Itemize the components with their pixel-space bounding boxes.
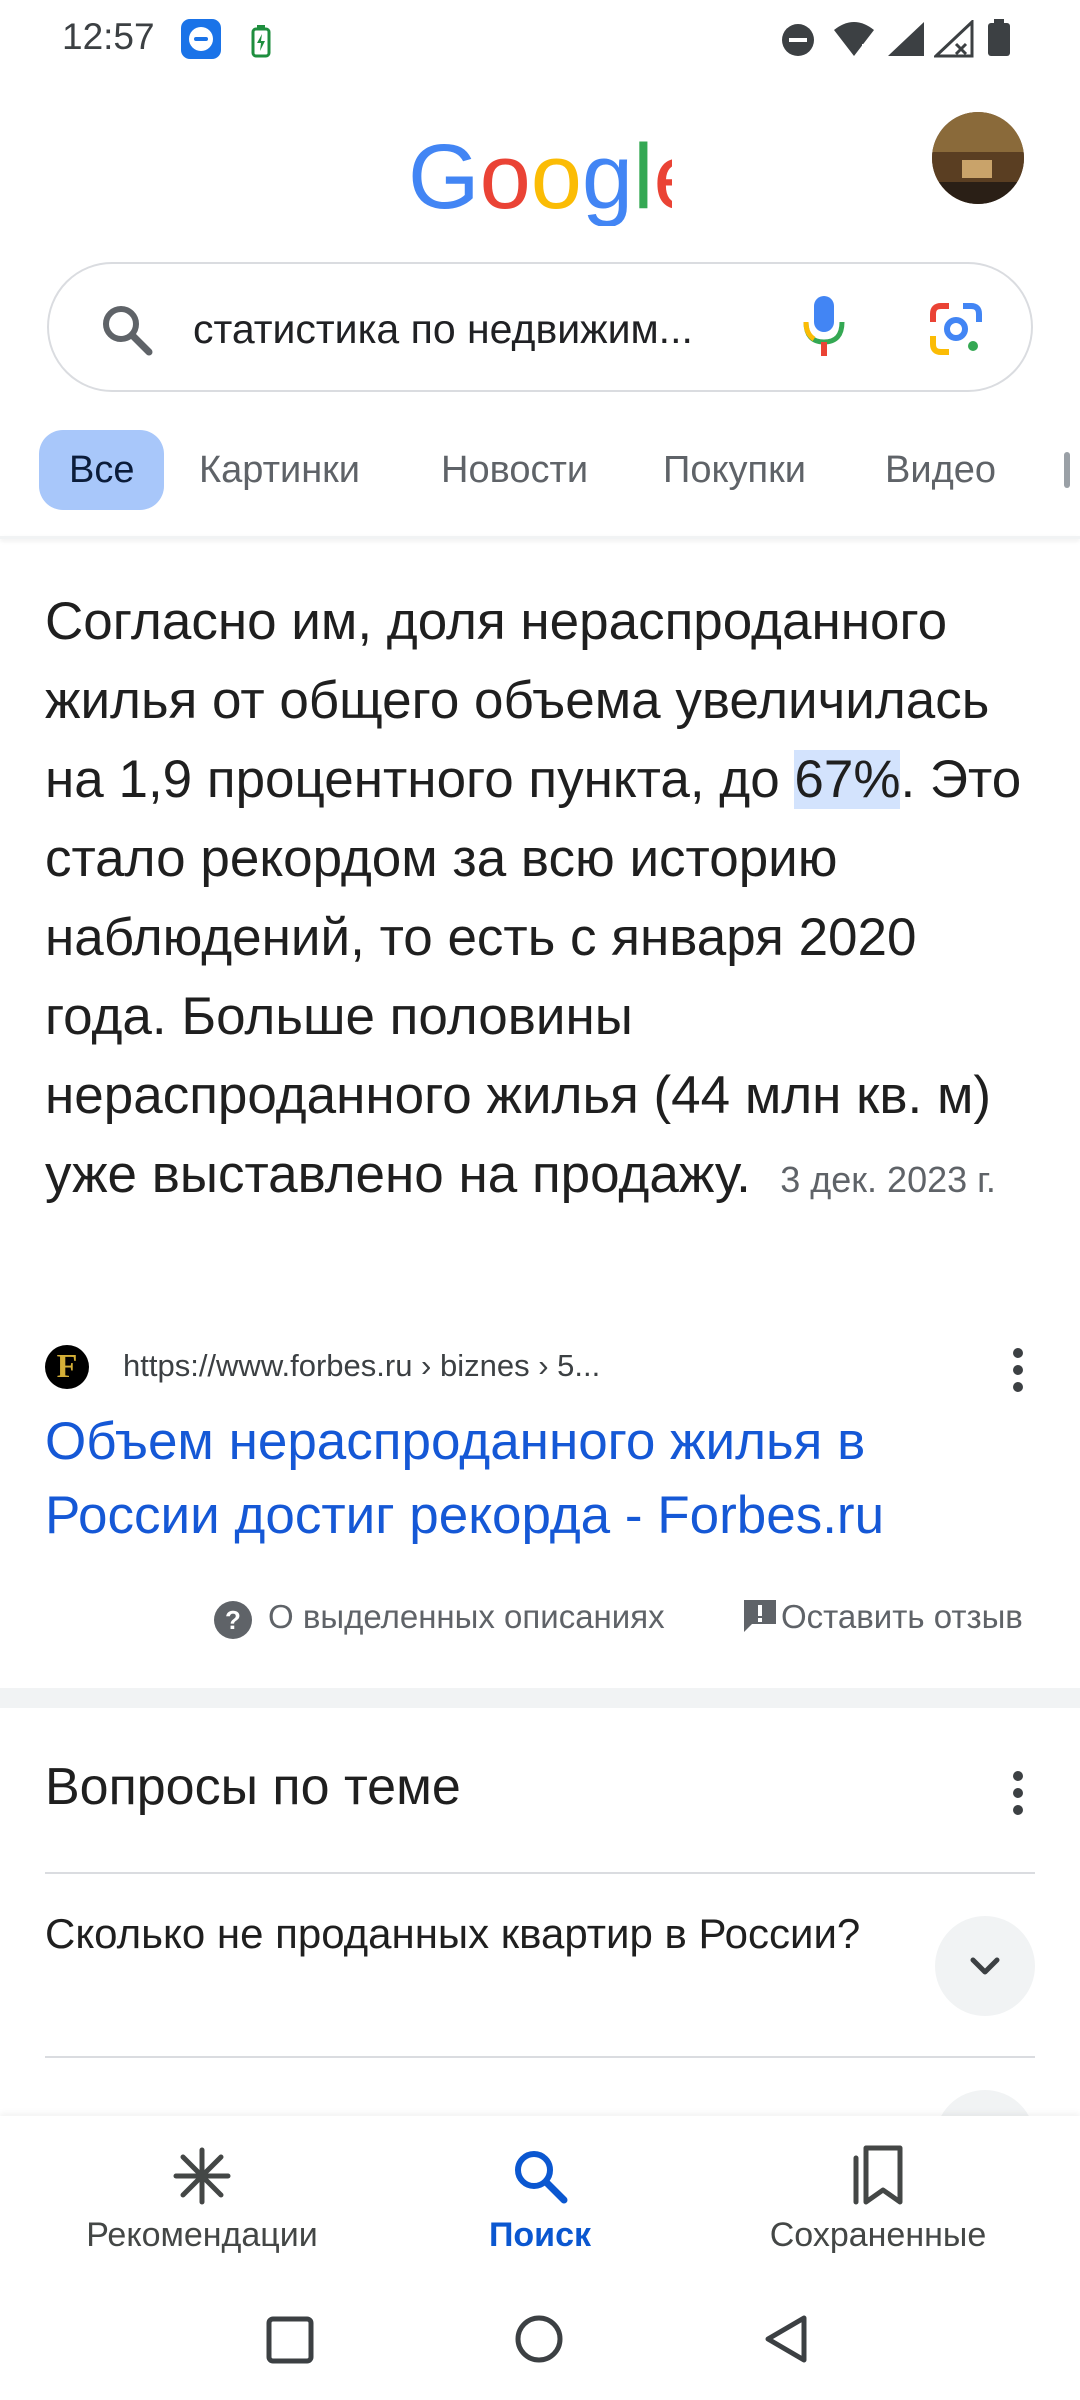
battery-icon xyxy=(986,18,1012,63)
more-options-icon[interactable] xyxy=(1010,1768,1026,1818)
chevron-down-icon xyxy=(970,1957,1000,1975)
leave-feedback-link[interactable]: Оставить отзыв xyxy=(781,1598,1023,1636)
expand-question-button[interactable] xyxy=(935,1916,1035,2016)
search-input[interactable]: статистика по недвижим... xyxy=(193,306,793,353)
google-logo: Google xyxy=(408,126,705,231)
related-question-item[interactable]: Сколько не проданных квартир в России? xyxy=(45,1906,865,1962)
search-icon xyxy=(510,2146,570,2211)
nav-search[interactable]: Поиск xyxy=(390,2116,690,2280)
related-questions-title: Вопросы по теме xyxy=(45,1758,461,1816)
forbes-favicon: F xyxy=(45,1345,89,1389)
snippet-highlight: 67% xyxy=(794,750,901,809)
tab-images[interactable]: Картинки xyxy=(199,430,360,510)
search-box[interactable]: статистика по недвижим... xyxy=(47,262,1033,392)
about-featured-snippets-link[interactable]: О выделенных описаниях xyxy=(268,1598,665,1636)
bookmarks-icon xyxy=(850,2144,906,2211)
tab-video[interactable]: Видео xyxy=(885,430,996,510)
tab-news[interactable]: Новости xyxy=(441,430,588,510)
bottom-navigation: Рекомендации Поиск Сохраненные xyxy=(0,2116,1080,2280)
status-bar: 12:57 xyxy=(0,0,1080,80)
help-icon[interactable]: ? xyxy=(213,1600,253,1645)
back-button-icon[interactable] xyxy=(762,2314,810,2369)
system-navigation-bar xyxy=(0,2280,1080,2400)
featured-snippet-text: Согласно им, доля нераспроданного жилья … xyxy=(45,582,1045,1219)
messenger-notification-icon xyxy=(180,18,222,65)
svg-text:?: ? xyxy=(225,1605,241,1635)
source-url[interactable]: https://www.forbes.ru › biznes › 5... xyxy=(123,1348,600,1384)
nav-recommendations[interactable]: Рекомендации xyxy=(52,2116,352,2280)
battery-saver-notification-icon xyxy=(250,24,272,63)
nav-saved[interactable]: Сохраненные xyxy=(728,2116,1028,2280)
tab-shopping[interactable]: Покупки xyxy=(663,430,806,510)
question-divider xyxy=(45,2056,1035,2058)
signal-icon xyxy=(886,20,926,63)
result-title-link[interactable]: Объем нераспроданного жилья в России дос… xyxy=(45,1405,1045,1553)
account-avatar[interactable] xyxy=(932,112,1024,204)
wifi-icon xyxy=(832,20,876,63)
snippet-date: 3 дек. 2023 г. xyxy=(780,1159,996,1200)
do-not-disturb-icon xyxy=(780,22,816,63)
question-divider xyxy=(45,1872,1035,1874)
search-tabs: Все Картинки Новости Покупки Видео xyxy=(0,430,1080,530)
tab-overflow-hint xyxy=(1064,452,1070,488)
nav-search-label: Поиск xyxy=(488,2216,592,2254)
nav-saved-label: Сохраненные xyxy=(769,2216,987,2254)
nav-recommendations-label: Рекомендации xyxy=(86,2216,318,2254)
asterisk-icon xyxy=(172,2146,232,2211)
home-button-icon[interactable] xyxy=(514,2314,564,2369)
snippet-text-after: . Это стало рекордом за всю историю набл… xyxy=(45,750,1022,1204)
status-time: 12:57 xyxy=(62,16,155,57)
microphone-icon[interactable] xyxy=(802,294,846,365)
google-lens-icon[interactable] xyxy=(929,302,983,361)
google-logo-text: Google xyxy=(408,130,672,226)
feedback-icon[interactable] xyxy=(742,1598,778,1641)
tabs-divider xyxy=(0,536,1080,539)
signal-no-service-icon xyxy=(932,18,974,63)
tab-all[interactable]: Все xyxy=(39,430,165,510)
more-options-icon[interactable] xyxy=(1010,1345,1026,1395)
recents-button-icon[interactable] xyxy=(266,2316,314,2369)
search-icon xyxy=(99,302,155,363)
section-separator xyxy=(0,1688,1080,1708)
